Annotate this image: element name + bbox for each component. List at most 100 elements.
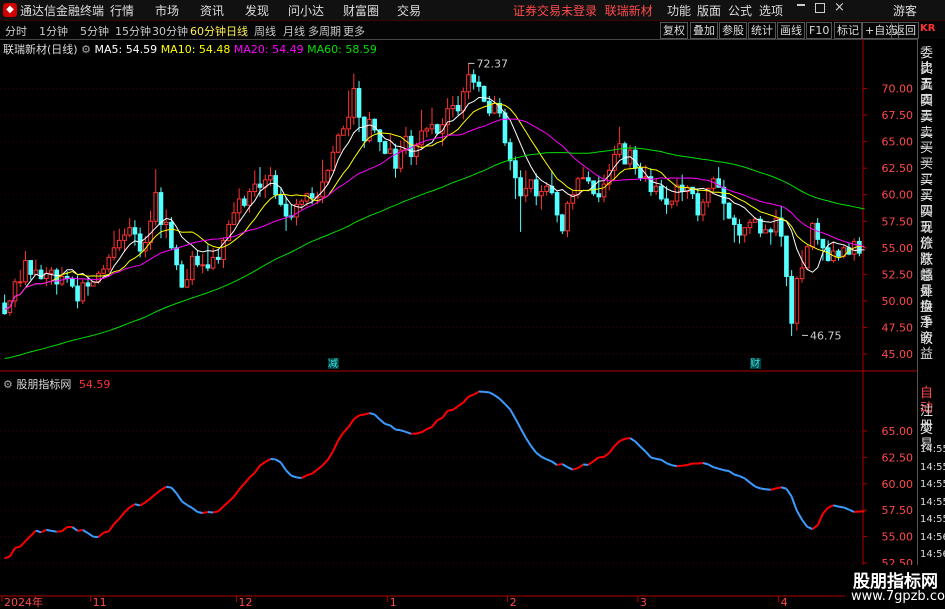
- menu-item-wealth[interactable]: 财富圈: [343, 2, 379, 19]
- restore-icon[interactable]: [815, 3, 825, 13]
- y-tick-label: 55.00: [882, 242, 914, 255]
- candle-body: [632, 149, 638, 169]
- indicator-segment: [728, 470, 735, 476]
- indicator-segment: [687, 462, 693, 466]
- indicator-segment: [744, 477, 751, 484]
- menu-item-ask[interactable]: 问小达: [288, 2, 324, 19]
- login-notice[interactable]: 证券交易未登录 联瑞新材: [513, 2, 653, 19]
- indicator-segment: [613, 440, 621, 447]
- guest-user[interactable]: 游客: [893, 2, 917, 19]
- stats-button[interactable]: 统计: [748, 22, 776, 39]
- indicator-segment: [754, 485, 761, 490]
- menu-item-news[interactable]: 资讯: [200, 2, 224, 19]
- candle-body: [215, 256, 221, 260]
- candle-body: [80, 282, 86, 302]
- period-tab-5min[interactable]: 5分钟: [80, 23, 109, 39]
- period-tab-15min[interactable]: 15分钟: [115, 23, 151, 39]
- period-tab-monthly[interactable]: 月线: [283, 23, 305, 39]
- indicator-segment: [644, 450, 652, 459]
- candle-body: [747, 221, 753, 229]
- candle-body: [101, 268, 106, 274]
- candle-body: [481, 85, 487, 102]
- candle-body: [492, 102, 497, 114]
- candle-body: [726, 202, 732, 219]
- indicator-segment: [301, 474, 308, 479]
- x-tick-label: 3: [640, 596, 647, 609]
- candle-body: [231, 212, 237, 225]
- period-tab-more[interactable]: 更多: [343, 23, 365, 39]
- f10-button[interactable]: F10: [806, 22, 833, 39]
- indicator-segment: [82, 529, 89, 535]
- indicator-segment: [682, 464, 688, 467]
- indicator-segment: [233, 488, 240, 498]
- candle-body: [565, 202, 570, 232]
- settings-gear-icon[interactable]: ⚙: [81, 43, 91, 56]
- y-tick-label: 62.50: [882, 162, 914, 175]
- indicator-segment: [389, 424, 397, 431]
- indicator-segment: [56, 530, 63, 533]
- indicator-segment: [676, 464, 683, 468]
- mark-button[interactable]: 标记: [834, 22, 862, 39]
- indicator-segment: [285, 469, 292, 477]
- indicator-segment: [462, 395, 470, 404]
- indicator-segment: [160, 485, 167, 491]
- period-tab-intraday[interactable]: 分时: [5, 23, 27, 39]
- menu-item-layout[interactable]: 版面: [697, 2, 721, 19]
- period-tab-30min[interactable]: 30分钟: [152, 23, 188, 39]
- menu-item-function[interactable]: 功能: [667, 2, 691, 19]
- menu-item-trade[interactable]: 交易: [397, 2, 421, 19]
- indicator-segment: [118, 511, 126, 520]
- candle-body: [857, 240, 862, 254]
- candle-body: [544, 185, 549, 193]
- ma20-value: 54.49: [272, 43, 304, 56]
- indicator-y-tick-label: 60.00: [882, 478, 914, 491]
- period-tab-1min[interactable]: 1分钟: [39, 23, 68, 39]
- back-button[interactable]: 返回: [891, 22, 919, 39]
- period-tab-daily[interactable]: 日线: [226, 23, 248, 39]
- holding-button[interactable]: 参股: [719, 22, 747, 39]
- indicator-segment: [587, 460, 595, 466]
- candle-body: [575, 178, 581, 196]
- candle-body: [768, 229, 774, 233]
- indicator-segment: [718, 467, 725, 472]
- candle-body: [210, 256, 216, 269]
- indicator-segment: [259, 461, 266, 467]
- period-tab-multi[interactable]: 多周期: [308, 23, 341, 39]
- period-tab-weekly[interactable]: 周线: [254, 23, 276, 39]
- candle-body: [804, 246, 810, 269]
- candle-body: [387, 148, 393, 154]
- candle-body: [325, 169, 331, 183]
- overlay-button[interactable]: 叠加: [690, 22, 718, 39]
- indicator-segment: [811, 524, 819, 530]
- kline-chart[interactable]: 70.00 67.50 65.00 62.50 60.00 57.50 55.00 52.50…: [0, 39, 917, 609]
- indicator-segment: [541, 455, 548, 461]
- y-tick-label: 50.00: [882, 295, 914, 308]
- indicator-segment: [4, 555, 11, 560]
- indicator-segment: [790, 496, 798, 512]
- period-tab-60min[interactable]: 60分钟: [190, 23, 226, 39]
- candle-body: [382, 141, 388, 154]
- menu-item-formula[interactable]: 公式: [728, 2, 752, 19]
- indicator-gear-icon[interactable]: ⚙: [3, 378, 13, 391]
- menu-item-options[interactable]: 选项: [759, 2, 783, 19]
- candle-body: [247, 191, 252, 206]
- menu-item-discover[interactable]: 发现: [245, 2, 269, 19]
- ma20-line: [4, 118, 865, 310]
- indicator-segment: [395, 428, 401, 432]
- indicator-segment: [228, 495, 235, 503]
- menu-item-market[interactable]: 市场: [155, 2, 179, 19]
- x-tick-label: 2: [510, 596, 517, 609]
- candle-body: [309, 193, 315, 199]
- candle-body: [28, 260, 33, 275]
- adjust-button[interactable]: 复权: [660, 22, 688, 39]
- indicator-title: 股朋指标网: [16, 378, 72, 391]
- minimize-icon[interactable]: [797, 4, 805, 6]
- candle-body: [679, 184, 685, 193]
- menu-item-market-quotes[interactable]: 行情: [110, 2, 134, 19]
- x-tick-label: 1: [390, 596, 397, 609]
- draw-button[interactable]: 画线: [777, 22, 805, 39]
- close-icon[interactable]: ×: [834, 0, 845, 15]
- candle-body: [299, 200, 305, 205]
- indicator-segment: [61, 526, 68, 532]
- indicator-segment: [202, 510, 209, 514]
